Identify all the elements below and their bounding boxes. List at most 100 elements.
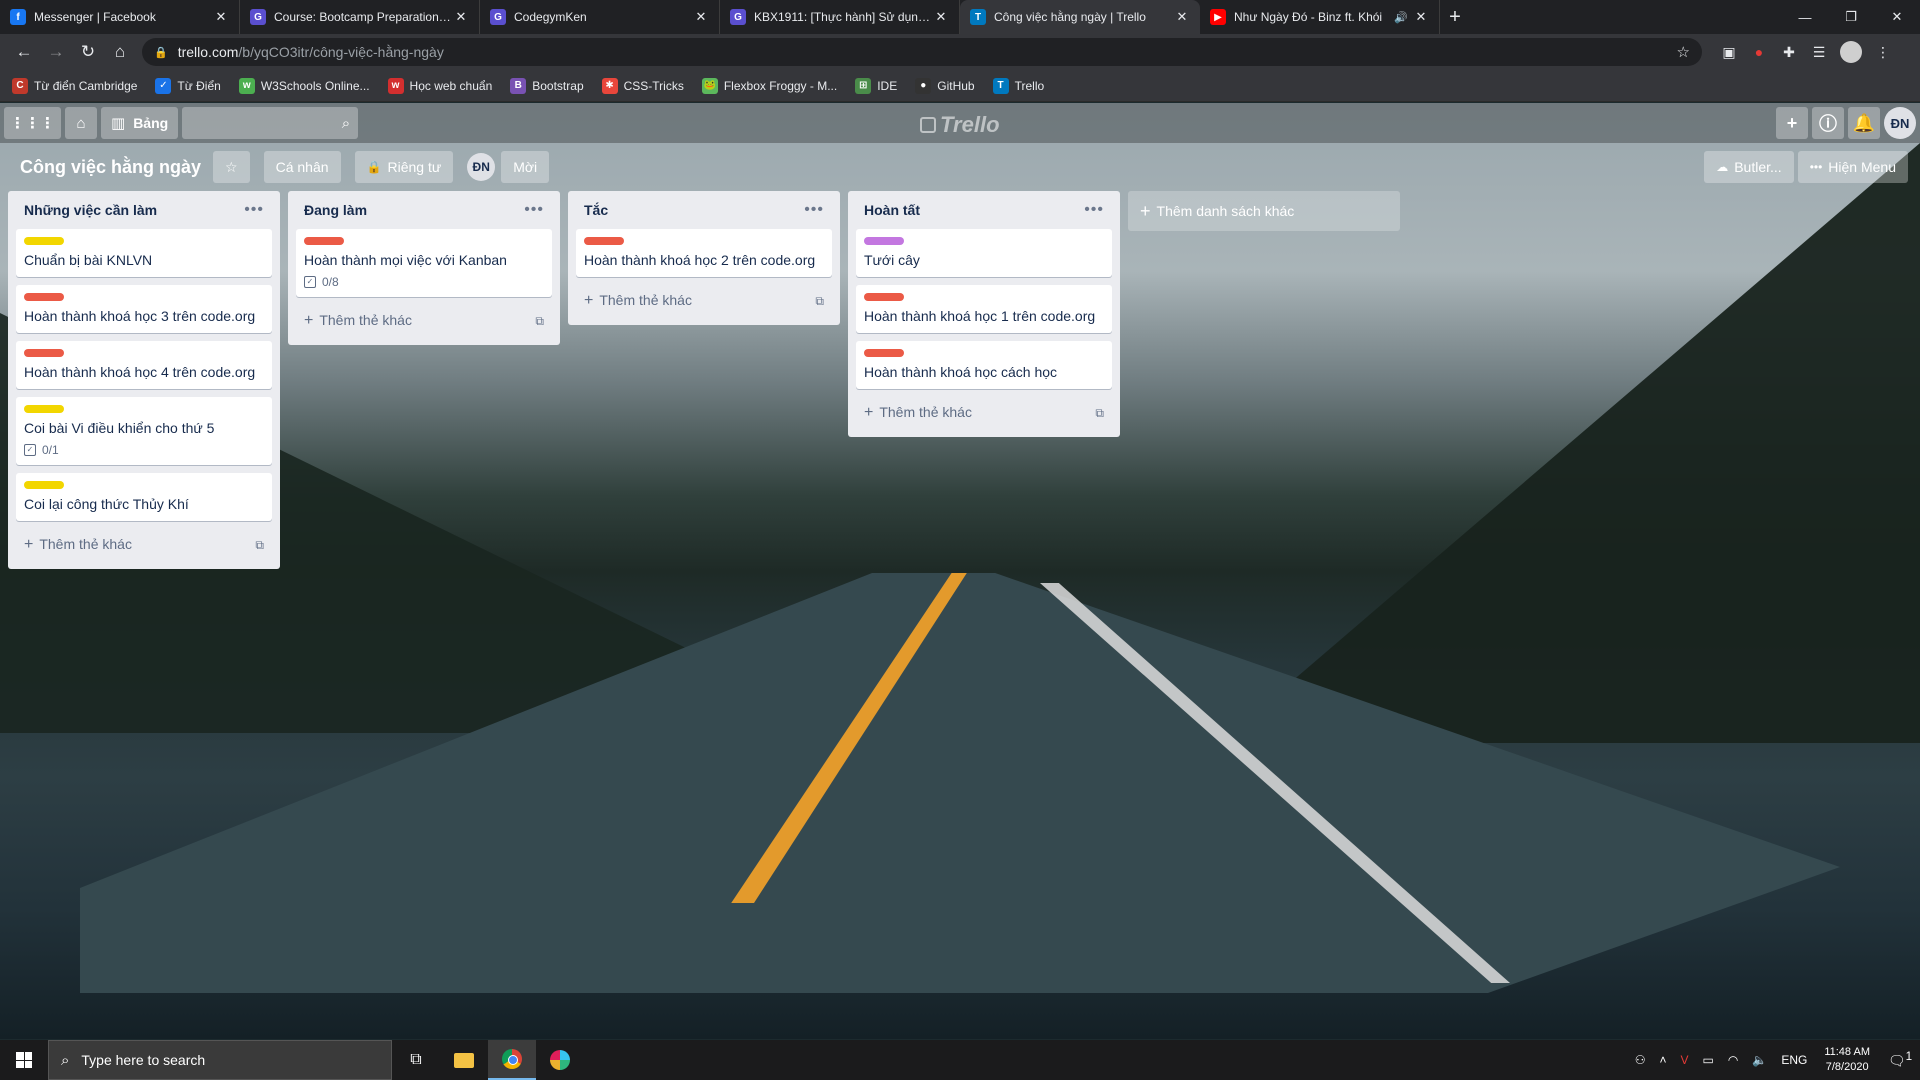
chrome-menu-icon[interactable]: ⋮: [1868, 38, 1898, 66]
info-icon[interactable]: ⓘ: [1812, 107, 1844, 139]
member-avatar[interactable]: ĐN: [1884, 107, 1916, 139]
card-template-icon[interactable]: ⧉: [815, 294, 824, 309]
chrome-profile-avatar[interactable]: [1840, 41, 1862, 63]
list-menu-icon[interactable]: •••: [244, 201, 264, 219]
card[interactable]: Hoàn thành khoá học 1 trên code.org: [856, 285, 1112, 333]
list-menu-icon[interactable]: •••: [804, 201, 824, 219]
boards-button[interactable]: ▥ Bảng: [101, 107, 179, 139]
bookmark-item[interactable]: C Từ điển Cambridge: [12, 77, 137, 94]
list-header[interactable]: Tắc •••: [576, 191, 832, 229]
close-tab-icon[interactable]: ✕: [1413, 9, 1429, 25]
extension-red-icon[interactable]: ●: [1744, 38, 1774, 66]
bookmark-item[interactable]: 🐸 Flexbox Froggy - M...: [701, 77, 837, 94]
battery-icon[interactable]: ▭: [1696, 1053, 1721, 1067]
bookmark-item[interactable]: ● GitHub: [915, 77, 975, 94]
bookmark-item[interactable]: T Trello: [992, 77, 1044, 94]
list-title[interactable]: Những việc cần làm: [24, 202, 157, 218]
privacy-button[interactable]: 🔒 Riêng tư: [354, 151, 454, 183]
card[interactable]: Hoàn thành mọi việc với Kanban ✓ 0/8: [296, 229, 552, 297]
people-icon[interactable]: ⚇: [1628, 1053, 1653, 1067]
browser-tab[interactable]: T Công việc hằng ngày | Trello ✕: [960, 0, 1200, 34]
card[interactable]: Hoàn thành khoá học 3 trên code.org: [16, 285, 272, 333]
home-button[interactable]: ⌂: [65, 107, 97, 139]
bookmark-item[interactable]: ⊞ IDE: [855, 77, 897, 94]
close-window-icon[interactable]: ✕: [1874, 0, 1920, 34]
language-indicator[interactable]: ENG: [1774, 1053, 1814, 1067]
show-hidden-icons-chevron-icon[interactable]: ˄: [1653, 1053, 1674, 1067]
media-control-icon[interactable]: ☰: [1804, 38, 1834, 66]
browser-tab[interactable]: G Course: Bootcamp Preparation 2... ✕: [240, 0, 480, 34]
card[interactable]: Chuẩn bị bài KNLVN: [16, 229, 272, 277]
list-menu-icon[interactable]: •••: [524, 201, 544, 219]
bookmark-item[interactable]: ✱ CSS-Tricks: [601, 77, 684, 94]
browser-tab[interactable]: ▶ Như Ngày Đó - Binz ft. Khói 🔊 ✕: [1200, 0, 1440, 34]
list-header[interactable]: Đang làm •••: [296, 191, 552, 229]
team-visibility-button[interactable]: Cá nhân: [263, 151, 341, 183]
butler-button[interactable]: ☁ Butler...: [1704, 151, 1794, 183]
list-title[interactable]: Hoàn tất: [864, 202, 920, 218]
bookmark-star-icon[interactable]: ☆: [1677, 43, 1690, 61]
add-list-button[interactable]: + Thêm danh sách khác: [1128, 191, 1400, 231]
card-template-icon[interactable]: ⧉: [535, 314, 544, 329]
bookmark-item[interactable]: w W3Schools Online...: [238, 77, 370, 94]
address-bar[interactable]: 🔒 trello.com/b/yqCO3itr/công-việc-hằng-n…: [142, 38, 1702, 66]
browser-tab[interactable]: f Messenger | Facebook ✕: [0, 0, 240, 34]
card[interactable]: Hoàn thành khoá học 2 trên code.org: [576, 229, 832, 277]
restore-icon[interactable]: ❐: [1828, 0, 1874, 34]
antivirus-icon[interactable]: V: [1674, 1053, 1696, 1067]
list-title[interactable]: Tắc: [584, 202, 608, 218]
add-card-button[interactable]: + Thêm thẻ khác ⧉: [16, 529, 272, 561]
home-icon[interactable]: ⌂: [104, 38, 136, 66]
apps-grid-icon[interactable]: ⋮⋮⋮: [4, 107, 61, 139]
show-menu-button[interactable]: ••• Hiện Menu: [1797, 151, 1908, 183]
card-template-icon[interactable]: ⧉: [1095, 406, 1104, 421]
card[interactable]: Coi bài Vi điều khiển cho thứ 5 ✓ 0/1: [16, 397, 272, 465]
volume-icon[interactable]: 🔈: [1745, 1053, 1774, 1067]
list-header[interactable]: Hoàn tất •••: [856, 191, 1112, 229]
invite-button[interactable]: Mời: [501, 151, 550, 183]
add-card-button[interactable]: + Thêm thẻ khác ⧉: [576, 285, 832, 317]
board-title[interactable]: Công việc hằng ngày: [8, 157, 213, 178]
card[interactable]: Hoàn thành khoá học 4 trên code.org: [16, 341, 272, 389]
browser-tab[interactable]: G CodegymKen ✕: [480, 0, 720, 34]
close-tab-icon[interactable]: ✕: [213, 9, 229, 25]
bookmark-item[interactable]: B Bootstrap: [510, 77, 584, 94]
new-tab-icon[interactable]: +: [1440, 0, 1470, 34]
create-plus-icon[interactable]: +: [1776, 107, 1808, 139]
list-title[interactable]: Đang làm: [304, 202, 367, 218]
forward-icon[interactable]: →: [40, 38, 72, 66]
list-header[interactable]: Những việc cần làm •••: [16, 191, 272, 229]
chrome-taskbar-icon[interactable]: [488, 1040, 536, 1080]
close-tab-icon[interactable]: ✕: [933, 9, 949, 25]
bookmark-item[interactable]: ✓ Từ Điển: [155, 77, 221, 94]
add-card-button[interactable]: + Thêm thẻ khác ⧉: [856, 397, 1112, 429]
task-view-icon[interactable]: ⧉: [392, 1040, 440, 1080]
close-tab-icon[interactable]: ✕: [693, 9, 709, 25]
search-input[interactable]: ⌕: [182, 107, 359, 139]
extension-icon[interactable]: ▣: [1714, 38, 1744, 66]
trello-logo[interactable]: Trello: [920, 112, 1000, 138]
notifications-bell-icon[interactable]: 🔔: [1848, 107, 1880, 139]
card-template-icon[interactable]: ⧉: [255, 538, 264, 553]
card[interactable]: Coi lại công thức Thủy Khí: [16, 473, 272, 521]
extensions-puzzle-icon[interactable]: ✚: [1774, 38, 1804, 66]
speaker-icon[interactable]: 🔊: [1393, 11, 1409, 24]
back-icon[interactable]: ←: [8, 38, 40, 66]
reload-icon[interactable]: ↻: [72, 38, 104, 66]
add-card-button[interactable]: + Thêm thẻ khác ⧉: [296, 305, 552, 337]
minimize-icon[interactable]: —: [1782, 0, 1828, 34]
browser-tab[interactable]: G KBX1911: [Thực hành] Sử dụng T... ✕: [720, 0, 960, 34]
taskbar-search-input[interactable]: ⌕ Type here to search: [48, 1040, 392, 1080]
card[interactable]: Hoàn thành khoá học cách học: [856, 341, 1112, 389]
notification-center-icon[interactable]: 🗨1: [1880, 1050, 1920, 1070]
list-menu-icon[interactable]: •••: [1084, 201, 1104, 219]
card[interactable]: Tưới cây: [856, 229, 1112, 277]
clock[interactable]: 11:48 AM 7/8/2020: [1814, 1045, 1880, 1075]
bookmark-item[interactable]: w Học web chuẩn: [387, 77, 492, 94]
board-member-avatar[interactable]: ĐN: [467, 153, 496, 181]
wifi-icon[interactable]: ◠: [1721, 1053, 1745, 1067]
file-explorer-icon[interactable]: [440, 1040, 488, 1080]
close-tab-icon[interactable]: ✕: [453, 9, 469, 25]
slack-taskbar-icon[interactable]: [536, 1040, 584, 1080]
star-board-button[interactable]: ☆: [213, 151, 250, 183]
